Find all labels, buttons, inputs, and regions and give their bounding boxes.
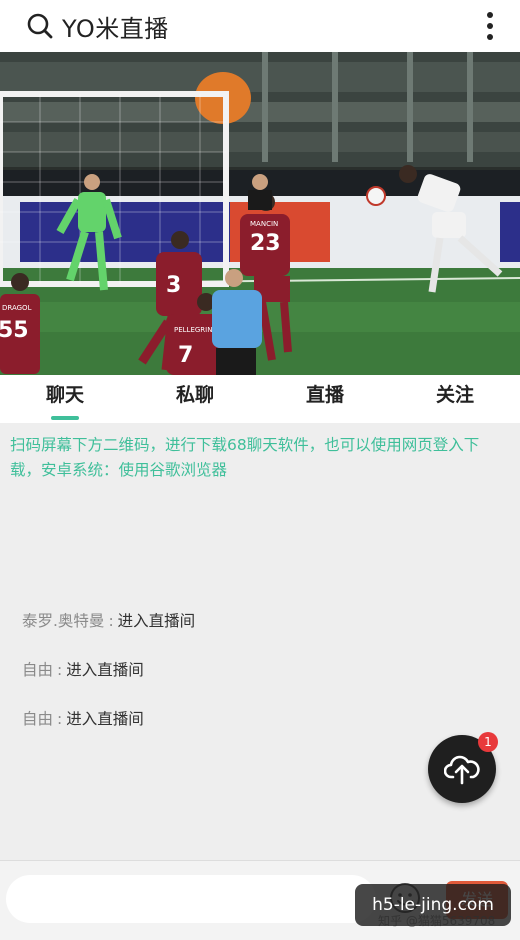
player-23-number: 23 (250, 231, 281, 256)
tab-chat[interactable]: 聊天 (0, 375, 130, 423)
chat-message-user[interactable]: 泰罗.奥特曼 (22, 612, 104, 630)
cloud-upload-icon (444, 755, 480, 785)
chat-message-text: 进入直播间 (117, 612, 196, 630)
chat-message-separator: : (57, 661, 63, 679)
chat-message: 自由: 进入直播间 (22, 707, 144, 729)
chat-message: 自由: 进入直播间 (22, 658, 144, 680)
more-vertical-icon[interactable] (486, 10, 494, 42)
player-7-name: PELLEGRINI (174, 326, 215, 334)
site-watermark: h5-le-jing.com (355, 884, 511, 926)
chat-message-user[interactable]: 自由 (22, 710, 53, 728)
player-55-name: DRAGOL (2, 304, 32, 312)
notification-badge: 1 (478, 732, 498, 752)
tab-live-label: 直播 (305, 384, 344, 406)
tab-live[interactable]: 直播 (260, 375, 390, 423)
chat-message-text: 进入直播间 (66, 661, 144, 679)
player-3-number: 3 (166, 273, 181, 298)
tab-bar: 聊天 私聊 直播 关注 (0, 375, 520, 423)
chat-message-separator: : (108, 612, 114, 630)
search-icon[interactable] (26, 12, 54, 40)
player-7-number: 7 (178, 343, 193, 368)
player-55-number: 55 (0, 318, 29, 343)
tab-private-chat[interactable]: 私聊 (130, 375, 260, 423)
chat-message: 泰罗.奥特曼: 进入直播间 (22, 609, 195, 631)
chat-message-separator: : (57, 710, 63, 728)
tab-follow[interactable]: 关注 (390, 375, 520, 423)
app-screen: YO米直播 55 DRAGOL 3 23 MANCIN 7 PELLEGRINI… (0, 0, 520, 940)
tab-chat-label: 聊天 (45, 384, 84, 406)
download-notice: 扫码屏幕下方二维码，进行下载68聊天软件，也可以使用网页登入下载，安卓系统：使用… (10, 436, 480, 479)
player-23-name: MANCIN (250, 220, 278, 228)
app-title: YO米直播 (62, 15, 169, 43)
tab-active-indicator (51, 416, 79, 420)
chat-message-user[interactable]: 自由 (22, 661, 53, 679)
tab-private-chat-label: 私聊 (175, 384, 214, 406)
live-video-player[interactable]: 55 DRAGOL 3 23 MANCIN 7 PELLEGRINI (0, 52, 520, 375)
chat-message-text: 进入直播间 (66, 710, 144, 728)
upload-button[interactable]: 1 (428, 732, 498, 803)
video-frame: 55 DRAGOL 3 23 MANCIN 7 PELLEGRINI (0, 52, 520, 375)
top-bar: YO米直播 (0, 0, 520, 52)
message-input[interactable] (6, 875, 376, 923)
tab-follow-label: 关注 (435, 384, 474, 406)
